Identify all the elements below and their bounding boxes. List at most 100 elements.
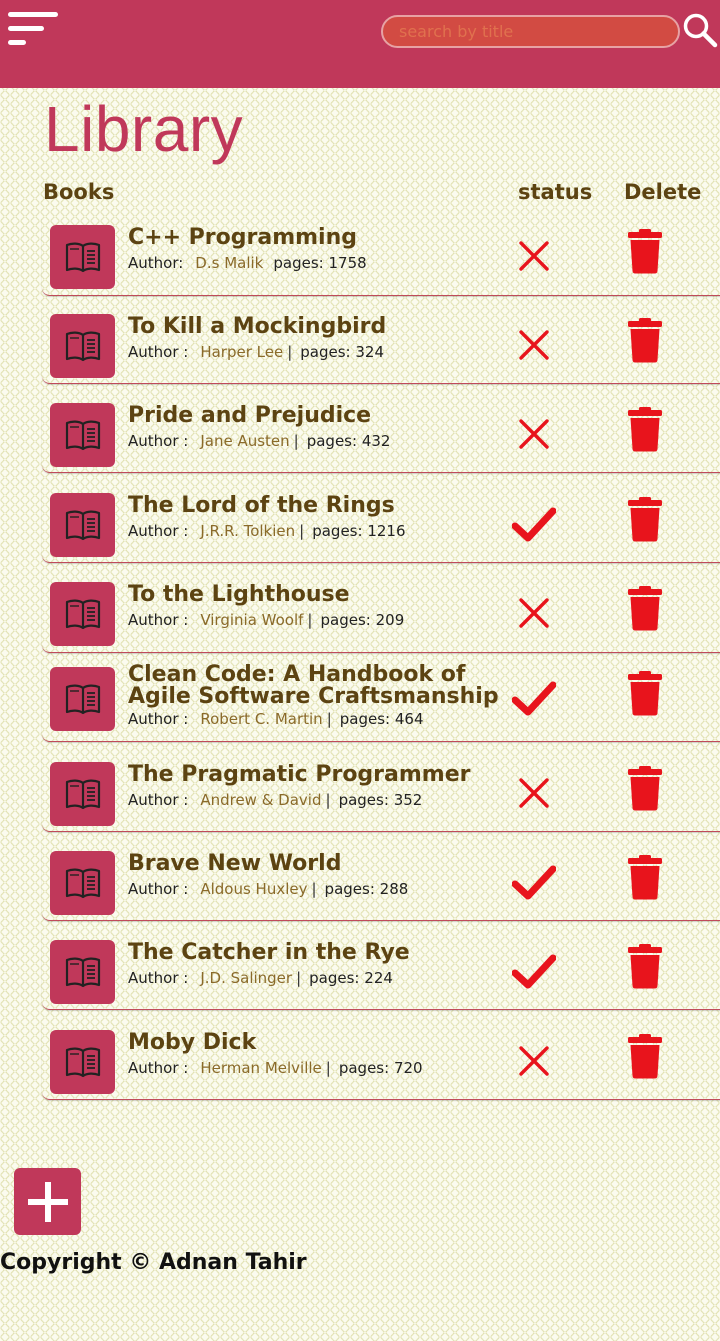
trash-icon bbox=[628, 318, 662, 363]
author-label: Author : bbox=[128, 710, 189, 728]
pages-value: 720 bbox=[393, 1059, 423, 1077]
cross-icon bbox=[519, 241, 549, 271]
book-title[interactable]: Clean Code: A Handbook of Agile Software… bbox=[128, 664, 508, 708]
separator: | bbox=[325, 1059, 331, 1077]
book-title[interactable]: To the Lighthouse bbox=[128, 584, 508, 606]
delete-button[interactable] bbox=[628, 228, 662, 274]
delete-button[interactable] bbox=[628, 854, 662, 900]
copyright-footer: Copyright © Adnan Tahir bbox=[0, 1250, 307, 1275]
book-cover-icon bbox=[50, 1030, 115, 1094]
open-book-icon bbox=[65, 510, 100, 541]
status-toggle-unread[interactable] bbox=[512, 594, 556, 634]
author-name: Robert C. Martin bbox=[200, 710, 323, 728]
book-cover-icon bbox=[50, 314, 115, 378]
pages-label: pages: bbox=[306, 432, 358, 450]
author-label: Author : bbox=[128, 791, 189, 809]
pages-value: 1216 bbox=[367, 522, 406, 540]
book-meta: Author : J.R.R. Tolkien | pages: 1216 bbox=[128, 522, 406, 540]
book-meta: Author : Virginia Woolf | pages: 209 bbox=[128, 611, 404, 629]
delete-button[interactable] bbox=[628, 670, 662, 716]
trash-icon bbox=[628, 407, 662, 452]
book-cover-icon bbox=[50, 225, 115, 289]
separator: | bbox=[325, 791, 331, 809]
open-book-icon bbox=[65, 868, 100, 899]
hamburger-menu-icon[interactable] bbox=[8, 12, 60, 48]
trash-icon bbox=[628, 766, 662, 811]
open-book-icon bbox=[65, 331, 100, 362]
delete-button[interactable] bbox=[628, 585, 662, 631]
separator: | bbox=[296, 969, 302, 987]
check-icon bbox=[511, 954, 557, 989]
open-book-icon bbox=[65, 599, 100, 630]
search-input[interactable] bbox=[381, 15, 680, 48]
book-cover-icon bbox=[50, 493, 115, 557]
status-toggle-read[interactable] bbox=[511, 679, 557, 719]
book-meta: Author : Aldous Huxley | pages: 288 bbox=[128, 880, 408, 898]
book-cover-icon bbox=[50, 582, 115, 646]
pages-value: 288 bbox=[379, 880, 409, 898]
status-toggle-unread[interactable] bbox=[512, 774, 556, 814]
author-name: J.D. Salinger bbox=[200, 969, 293, 987]
author-name: Harper Lee bbox=[200, 343, 284, 361]
status-toggle-unread[interactable] bbox=[512, 415, 556, 455]
delete-button[interactable] bbox=[628, 317, 662, 363]
column-header-delete: Delete bbox=[624, 180, 702, 204]
search-icon[interactable] bbox=[682, 12, 718, 48]
delete-button[interactable] bbox=[628, 765, 662, 811]
author-label: Author : bbox=[128, 522, 189, 540]
book-cover-icon bbox=[50, 667, 115, 731]
delete-button[interactable] bbox=[628, 1033, 662, 1079]
pages-label: pages: bbox=[309, 969, 360, 987]
trash-icon bbox=[628, 1034, 662, 1079]
author-label: Author : bbox=[128, 611, 189, 629]
book-row[interactable]: The Lord of the Rings Author : J.R.R. Tolk… bbox=[42, 486, 720, 563]
book-row[interactable]: The Pragmatic Programmer Author : Andrew &… bbox=[42, 755, 720, 832]
top-app-bar bbox=[0, 0, 720, 88]
book-row[interactable]: Moby Dick Author : Herman Melville | pages: … bbox=[42, 1023, 720, 1100]
status-toggle-read[interactable] bbox=[511, 863, 557, 903]
book-title[interactable]: Brave New World bbox=[128, 853, 508, 875]
author-label: Author : bbox=[128, 432, 189, 450]
status-toggle-unread[interactable] bbox=[512, 1042, 556, 1082]
book-cover-icon bbox=[50, 762, 115, 826]
book-meta: Author: D.s Malik pages: 1758 bbox=[128, 254, 367, 272]
book-title[interactable]: The Lord of the Rings bbox=[128, 495, 508, 517]
book-row[interactable]: Pride and Prejudice Author : Jane Austen | p… bbox=[42, 396, 720, 473]
trash-icon bbox=[628, 671, 662, 716]
separator: | bbox=[293, 432, 299, 450]
open-book-icon bbox=[65, 242, 100, 273]
delete-button[interactable] bbox=[628, 943, 662, 989]
book-title[interactable]: C++ Programming bbox=[128, 227, 508, 249]
cross-icon bbox=[519, 778, 549, 808]
pages-value: 209 bbox=[375, 611, 405, 629]
pages-label: pages: bbox=[338, 791, 389, 809]
separator: | bbox=[307, 611, 313, 629]
book-row[interactable]: The Catcher in the Rye Author : J.D. Salin… bbox=[42, 933, 720, 1010]
book-row[interactable]: Brave New World Author : Aldous Huxley | pag… bbox=[42, 844, 720, 921]
trash-icon bbox=[628, 944, 662, 989]
book-title[interactable]: Pride and Prejudice bbox=[128, 405, 508, 427]
book-title[interactable]: The Pragmatic Programmer bbox=[128, 764, 508, 786]
book-title[interactable]: To Kill a Mockingbird bbox=[128, 316, 508, 338]
status-toggle-unread[interactable] bbox=[512, 326, 556, 366]
delete-button[interactable] bbox=[628, 406, 662, 452]
pages-label: pages: bbox=[339, 710, 391, 728]
book-cover-icon bbox=[50, 403, 115, 467]
book-row[interactable]: To Kill a Mockingbird Author : Harper Lee |… bbox=[42, 307, 720, 384]
separator: | bbox=[326, 710, 332, 728]
status-toggle-unread[interactable] bbox=[512, 237, 556, 277]
book-row[interactable]: To the Lighthouse Author : Virginia Woolf |… bbox=[42, 575, 720, 653]
status-toggle-read[interactable] bbox=[511, 952, 557, 992]
book-meta: Author : Jane Austen | pages: 432 bbox=[128, 432, 390, 450]
status-toggle-read[interactable] bbox=[511, 505, 557, 545]
book-meta: Author : Harper Lee | pages: 324 bbox=[128, 343, 384, 361]
book-title[interactable]: Moby Dick bbox=[128, 1032, 508, 1054]
add-book-button[interactable] bbox=[14, 1168, 81, 1235]
author-label: Author : bbox=[128, 969, 189, 987]
book-title[interactable]: The Catcher in the Rye bbox=[128, 942, 508, 964]
delete-button[interactable] bbox=[628, 496, 662, 542]
author-name: J.R.R. Tolkien bbox=[200, 522, 296, 540]
book-row[interactable]: C++ Programming Author: D.s Malik pages: 17… bbox=[42, 218, 720, 296]
book-row[interactable]: Clean Code: A Handbook of Agile Software… bbox=[42, 660, 720, 742]
pages-value: 464 bbox=[394, 710, 424, 728]
